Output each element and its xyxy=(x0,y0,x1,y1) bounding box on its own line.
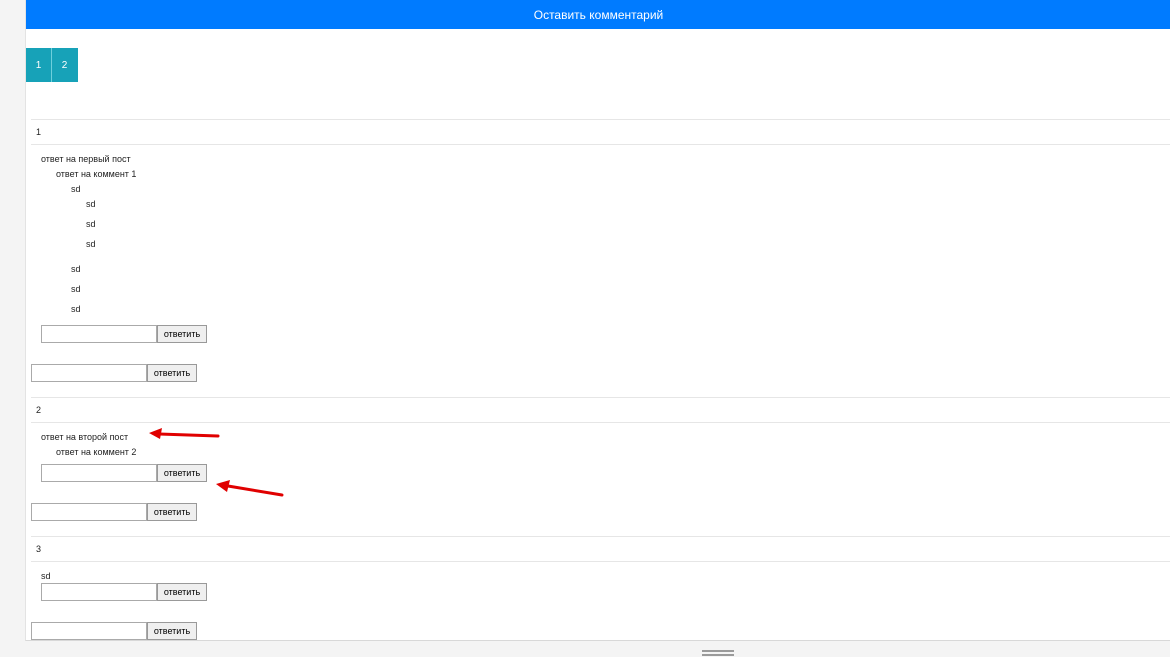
reply-input[interactable] xyxy=(41,464,157,482)
resize-handle[interactable] xyxy=(702,650,734,657)
page-button-1[interactable]: 1 xyxy=(26,48,52,82)
post-number: 1 xyxy=(36,127,42,137)
annotation-arrow-icon xyxy=(216,480,284,497)
comment-text: sd xyxy=(86,199,96,209)
reply-input[interactable] xyxy=(31,622,147,640)
reply-form: ответить xyxy=(41,583,207,601)
comment-text: ответ на второй пост xyxy=(41,432,129,442)
reply-button[interactable]: ответить xyxy=(157,583,207,601)
page-number: 2 xyxy=(61,59,68,71)
leave-comment-button[interactable]: Оставить комментарий xyxy=(26,0,1170,29)
page-container: Оставить комментарий 1 2 1 ответ на перв… xyxy=(25,0,1170,641)
post-header-2: 2 xyxy=(31,397,1170,423)
comment-text: ответ на первый пост xyxy=(41,154,131,164)
annotation-arrow-icon xyxy=(149,428,220,439)
comment-text: sd xyxy=(71,264,81,274)
comment-text: sd xyxy=(71,284,81,294)
post-header-3: 3 xyxy=(31,536,1170,562)
pagination: 1 2 xyxy=(26,48,78,82)
comment-text: ответ на коммент 1 xyxy=(56,169,137,179)
reply-input[interactable] xyxy=(41,325,157,343)
reply-button[interactable]: ответить xyxy=(147,503,197,521)
post-reply-form: ответить xyxy=(31,503,197,521)
comment-text: sd xyxy=(86,239,96,249)
comment-text: sd xyxy=(71,184,81,194)
post-reply-form: ответить xyxy=(31,622,197,640)
post-reply-form: ответить xyxy=(31,364,197,382)
reply-button[interactable]: ответить xyxy=(157,464,207,482)
page-button-2[interactable]: 2 xyxy=(52,48,78,82)
reply-form: ответить xyxy=(41,325,207,343)
comment-text: ответ на коммент 2 xyxy=(56,447,137,457)
post-number: 3 xyxy=(36,544,42,554)
page-number: 1 xyxy=(35,59,42,71)
reply-input[interactable] xyxy=(41,583,157,601)
post-number: 2 xyxy=(36,405,42,415)
post-header-1: 1 xyxy=(31,119,1170,145)
reply-input[interactable] xyxy=(31,364,147,382)
reply-form: ответить xyxy=(41,464,207,482)
reply-button[interactable]: ответить xyxy=(157,325,207,343)
reply-button[interactable]: ответить xyxy=(147,622,197,640)
reply-button[interactable]: ответить xyxy=(147,364,197,382)
comment-text: sd xyxy=(41,571,51,581)
comment-text: sd xyxy=(71,304,81,314)
reply-input[interactable] xyxy=(31,503,147,521)
comment-text: sd xyxy=(86,219,96,229)
leave-comment-label: Оставить комментарий xyxy=(533,7,664,22)
